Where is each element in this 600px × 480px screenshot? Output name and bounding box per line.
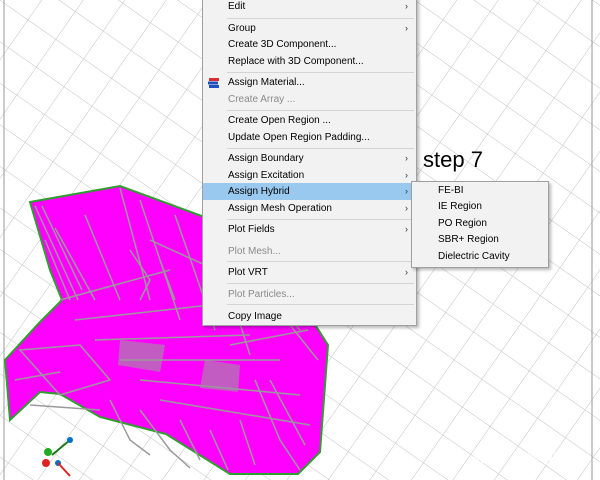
submenu-item-po-region[interactable]: PO Region — [412, 216, 548, 232]
menu-item-create-array-label: Create Array ... — [228, 94, 296, 105]
menu-item-assign-boundary-label: Assign Boundary — [228, 153, 304, 164]
menu-item-copy-image-label: Copy Image — [228, 311, 282, 322]
watermark: 知乎 @罗骏思 — [473, 450, 575, 467]
menu-item-assign-hybrid[interactable]: Assign Hybrid › — [203, 183, 416, 200]
chevron-right-icon: › — [405, 23, 408, 33]
menu-item-plot-particles: Plot Particles... — [203, 286, 416, 303]
submenu-item-sbr-region[interactable]: SBR+ Region — [412, 232, 548, 248]
chevron-right-icon: › — [405, 267, 408, 277]
menu-item-plot-fields[interactable]: Plot Fields › — [203, 221, 416, 238]
submenu-item-ie-region[interactable]: IE Region — [412, 199, 548, 215]
menu-item-plot-mesh-label: Plot Mesh... — [228, 246, 281, 257]
menu-item-assign-material[interactable]: Assign Material... — [203, 74, 416, 91]
menu-item-edit[interactable]: Edit › — [203, 0, 416, 15]
chevron-right-icon: › — [405, 153, 408, 163]
menu-item-assign-excitation[interactable]: Assign Excitation › — [203, 167, 416, 184]
step-annotation: step 7 — [423, 147, 483, 172]
menu-separator — [227, 148, 414, 149]
chevron-right-icon: › — [405, 224, 408, 234]
chevron-right-icon: › — [405, 203, 408, 213]
menu-item-create-3d-component[interactable]: Create 3D Component... — [203, 36, 416, 53]
menu-item-plot-particles-label: Plot Particles... — [228, 289, 295, 300]
menu-item-update-open-region-padding-label: Update Open Region Padding... — [228, 132, 370, 143]
menu-item-plot-vrt-label: Plot VRT — [228, 267, 268, 278]
menu-item-assign-hybrid-label: Assign Hybrid — [228, 186, 290, 197]
menu-item-replace-3d-component[interactable]: Replace with 3D Component... — [203, 53, 416, 70]
chevron-right-icon: › — [405, 186, 408, 196]
menu-item-assign-excitation-label: Assign Excitation — [228, 170, 305, 181]
chevron-right-icon: › — [405, 170, 408, 180]
menu-item-plot-vrt[interactable]: Plot VRT › — [203, 264, 416, 281]
menu-item-create-3d-component-label: Create 3D Component... — [228, 39, 337, 50]
menu-separator — [227, 72, 414, 73]
menu-item-update-open-region-padding[interactable]: Update Open Region Padding... — [203, 129, 416, 146]
menu-separator — [227, 18, 414, 19]
menu-item-assign-material-label: Assign Material... — [228, 77, 305, 88]
menu-item-plot-mesh: Plot Mesh... — [203, 243, 416, 260]
menu-item-assign-mesh-operation[interactable]: Assign Mesh Operation › — [203, 200, 416, 217]
context-menu: Edit › Group › Create 3D Component... Repl… — [202, 0, 417, 326]
menu-separator — [227, 261, 414, 262]
hybrid-submenu: FE-BI IE Region PO Region SBR+ Region Di… — [411, 181, 549, 268]
menu-separator — [227, 110, 414, 111]
menu-separator — [227, 219, 414, 220]
menu-item-create-array: Create Array ... — [203, 91, 416, 108]
menu-item-replace-3d-component-label: Replace with 3D Component... — [228, 56, 364, 67]
menu-item-assign-boundary[interactable]: Assign Boundary › — [203, 150, 416, 167]
menu-item-create-open-region[interactable]: Create Open Region ... — [203, 112, 416, 129]
menu-item-assign-mesh-operation-label: Assign Mesh Operation — [228, 203, 332, 214]
menu-item-plot-fields-label: Plot Fields — [228, 224, 275, 235]
chevron-right-icon: › — [405, 1, 408, 11]
material-icon — [208, 78, 219, 88]
menu-separator — [227, 304, 414, 305]
menu-separator — [227, 283, 414, 284]
menu-item-create-open-region-label: Create Open Region ... — [228, 115, 331, 126]
submenu-item-dielectric-cavity[interactable]: Dielectric Cavity — [412, 249, 548, 265]
menu-item-edit-label: Edit — [228, 1, 246, 12]
menu-item-group-label: Group — [228, 23, 256, 34]
submenu-item-fe-bi[interactable]: FE-BI — [412, 183, 548, 199]
menu-item-copy-image[interactable]: Copy Image — [203, 308, 416, 325]
menu-item-group[interactable]: Group › — [203, 20, 416, 37]
